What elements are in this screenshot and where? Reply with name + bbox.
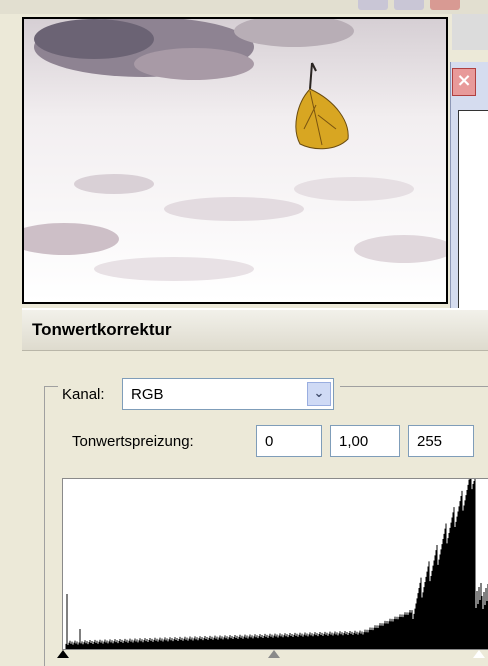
groupbox-border <box>44 386 58 387</box>
panel-preview <box>458 110 488 312</box>
maximize-button[interactable] <box>394 0 424 10</box>
dialog-titlebar[interactable]: Tonwertkorrektur <box>22 310 488 351</box>
white-triangle-icon[interactable] <box>473 650 485 658</box>
histogram <box>62 478 488 650</box>
channel-value: RGB <box>131 386 164 403</box>
input-gamma-value: 1,00 <box>339 433 369 450</box>
side-panel: × <box>446 14 488 312</box>
close-icon[interactable]: × <box>452 68 476 96</box>
input-levels-label: Tonwertspreizung: <box>72 433 194 450</box>
close-window-button[interactable] <box>430 0 460 10</box>
chevron-down-icon[interactable]: ⌄ <box>307 382 331 406</box>
groupbox-border <box>340 386 488 387</box>
gray-triangle-icon[interactable] <box>268 650 280 658</box>
histogram-graph <box>65 479 488 649</box>
input-white-value: 255 <box>417 433 443 450</box>
input-black-value: 0 <box>265 433 274 450</box>
panel-tab <box>452 14 488 50</box>
black-triangle-icon[interactable] <box>57 650 69 658</box>
snow-photo <box>24 19 446 302</box>
groupbox-border <box>44 386 45 666</box>
image-canvas <box>22 17 448 304</box>
input-white-field[interactable]: 255 <box>408 425 474 457</box>
histogram-bars <box>65 479 488 649</box>
channel-label: Kanal: <box>62 386 105 403</box>
minimize-button[interactable] <box>358 0 388 10</box>
channel-select[interactable]: RGB ⌄ <box>122 378 334 410</box>
levels-dialog: Tonwertkorrektur Kanal: RGB ⌄ Tonwertspr… <box>22 308 488 666</box>
input-gamma-field[interactable]: 1,00 <box>330 425 400 457</box>
input-black-field[interactable]: 0 <box>256 425 322 457</box>
dialog-title: Tonwertkorrektur <box>32 320 172 339</box>
